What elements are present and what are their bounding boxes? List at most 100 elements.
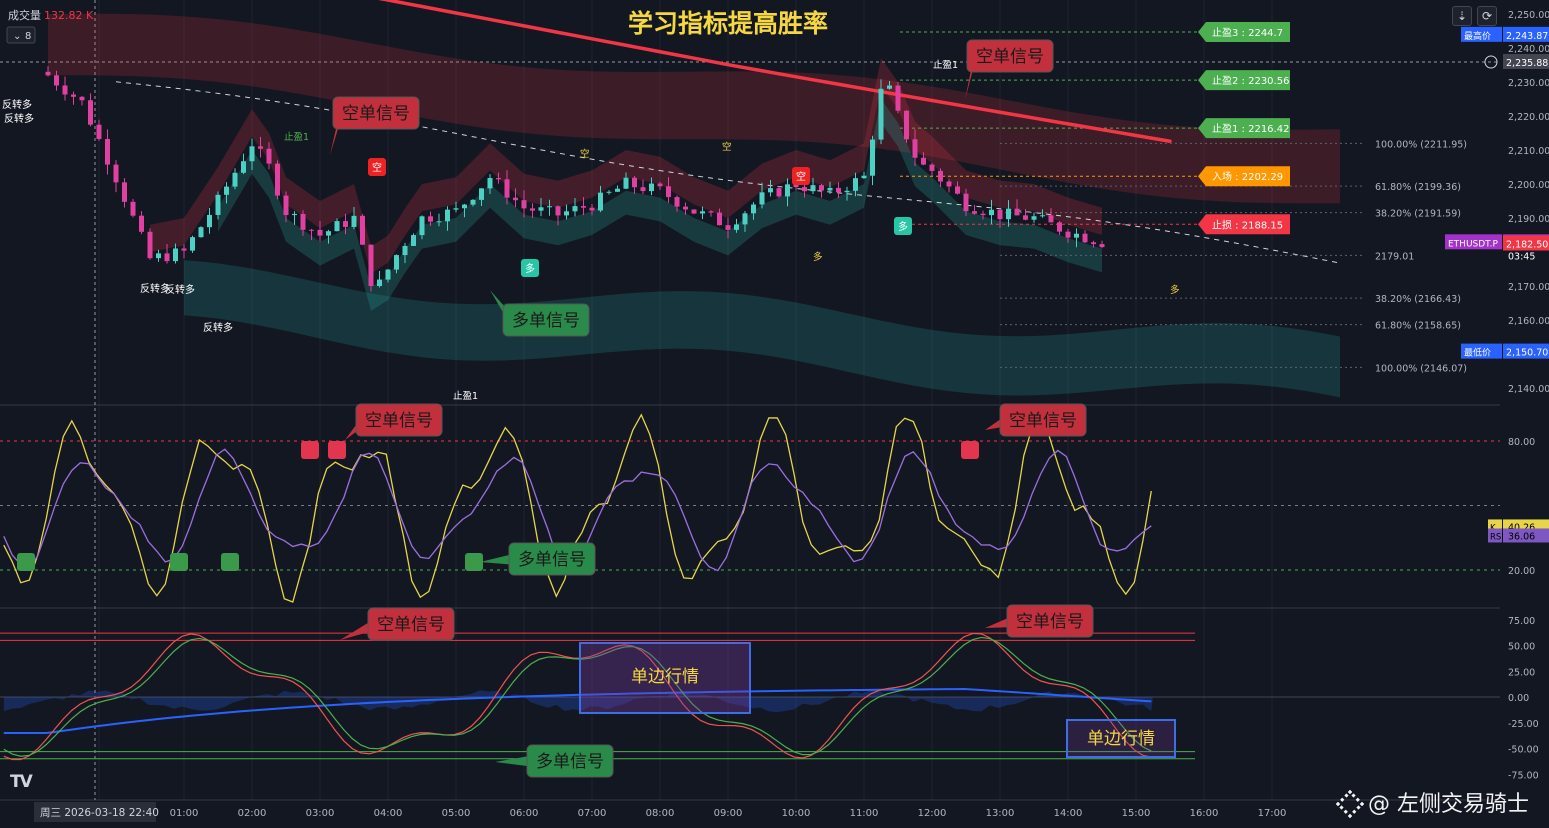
candle-body[interactable] <box>147 231 153 259</box>
candle-body[interactable] <box>912 139 918 158</box>
candle-body[interactable] <box>232 172 238 187</box>
target-badge[interactable]: 止损 : 2188.15 <box>1198 214 1290 235</box>
candle-body[interactable] <box>955 186 960 194</box>
candle-body[interactable] <box>963 193 969 212</box>
candle-body[interactable] <box>1031 216 1037 220</box>
candle-body[interactable] <box>394 255 399 270</box>
candle-body[interactable] <box>802 187 807 192</box>
candle-body[interactable] <box>972 211 977 214</box>
candle-body[interactable] <box>377 279 382 287</box>
candle-body[interactable] <box>751 204 756 214</box>
candle-body[interactable] <box>819 185 824 191</box>
candle-body[interactable] <box>1048 215 1054 223</box>
candle-body[interactable] <box>139 215 144 232</box>
candle-body[interactable] <box>521 200 527 209</box>
candle-body[interactable] <box>419 216 425 236</box>
candle-body[interactable] <box>326 231 331 236</box>
candle-body[interactable] <box>878 88 884 140</box>
candle-body[interactable] <box>207 214 212 228</box>
candle-body[interactable] <box>1091 242 1096 245</box>
candle-body[interactable] <box>266 148 272 164</box>
candle-body[interactable] <box>717 212 722 226</box>
refresh-icon[interactable]: ⟳ <box>1477 6 1497 26</box>
candle-body[interactable] <box>1040 215 1045 217</box>
candle-body[interactable] <box>572 206 578 212</box>
candle-body[interactable] <box>79 96 85 101</box>
target-badge[interactable]: 止盈3 : 2244.7 <box>1198 22 1290 43</box>
candle-body[interactable] <box>810 185 816 192</box>
candle-body[interactable] <box>700 211 705 214</box>
candle-body[interactable] <box>88 100 93 125</box>
candle-body[interactable] <box>436 221 442 223</box>
candle-body[interactable] <box>708 211 714 213</box>
candle-body[interactable] <box>504 179 510 198</box>
candle-body[interactable] <box>649 183 654 192</box>
candle-body[interactable] <box>513 197 518 201</box>
candle-body[interactable] <box>317 229 323 236</box>
chart-stage[interactable]: 100.00% (2211.95) 61.80% (2199.36) 38.20% … <box>0 0 1549 828</box>
candle-body[interactable] <box>827 187 833 191</box>
candle-body[interactable] <box>632 177 637 188</box>
candle-body[interactable] <box>62 85 68 95</box>
candle-body[interactable] <box>657 183 663 187</box>
candle-body[interactable] <box>113 164 119 183</box>
candle-body[interactable] <box>173 248 178 262</box>
candle-body[interactable] <box>292 213 297 216</box>
candle-body[interactable] <box>853 178 858 191</box>
candle-body[interactable] <box>1023 215 1028 220</box>
candle-body[interactable] <box>683 206 688 210</box>
candle-body[interactable] <box>300 213 306 230</box>
candle-body[interactable] <box>1099 244 1105 248</box>
candle-body[interactable] <box>734 224 739 230</box>
candle-body[interactable] <box>309 229 314 231</box>
candle-body[interactable] <box>1082 233 1088 243</box>
candle-body[interactable] <box>1074 233 1079 238</box>
candle-body[interactable] <box>887 85 892 89</box>
candle-body[interactable] <box>164 253 170 262</box>
candle-body[interactable] <box>615 188 620 192</box>
interval-dropdown[interactable]: ⌄ 8 <box>6 26 36 44</box>
candle-body[interactable] <box>929 164 935 171</box>
candle-body[interactable] <box>785 184 790 197</box>
candle-body[interactable] <box>564 211 569 216</box>
target-badge[interactable]: 入场 : 2202.29 <box>1198 166 1290 187</box>
candle-body[interactable] <box>904 110 909 140</box>
candle-body[interactable] <box>640 187 646 192</box>
candle-body[interactable] <box>530 208 535 211</box>
candle-body[interactable] <box>156 253 161 259</box>
candle-body[interactable] <box>487 178 493 189</box>
candle-body[interactable] <box>946 181 952 187</box>
candle-body[interactable] <box>462 204 467 209</box>
candle-body[interactable] <box>666 186 671 198</box>
candle-body[interactable] <box>921 157 926 165</box>
candle-body[interactable] <box>555 206 561 216</box>
candle-body[interactable] <box>589 207 595 211</box>
candle-body[interactable] <box>1057 222 1062 232</box>
candle-body[interactable] <box>258 146 263 149</box>
candle-body[interactable] <box>241 161 246 173</box>
candle-body[interactable] <box>445 209 450 222</box>
candle-body[interactable] <box>198 227 204 238</box>
candle-body[interactable] <box>249 146 255 162</box>
candle-body[interactable] <box>351 215 357 227</box>
candle-body[interactable] <box>96 124 102 139</box>
candle-body[interactable] <box>538 207 544 211</box>
candle-body[interactable] <box>938 170 943 182</box>
candle-body[interactable] <box>997 209 1003 220</box>
candle-body[interactable] <box>1006 208 1011 220</box>
candle-body[interactable] <box>776 188 782 197</box>
candle-body[interactable] <box>836 187 841 193</box>
candle-body[interactable] <box>496 178 501 180</box>
candle-body[interactable] <box>402 245 408 256</box>
candle-body[interactable] <box>54 75 59 86</box>
candle-body[interactable] <box>411 235 416 246</box>
candle-body[interactable] <box>980 213 986 216</box>
candle-body[interactable] <box>105 138 110 165</box>
candle-body[interactable] <box>1014 208 1020 216</box>
candle-body[interactable] <box>215 194 221 215</box>
target-badge[interactable]: 止盈1 : 2216.42 <box>1198 118 1290 139</box>
download-icon[interactable]: ⇣ <box>1452 6 1472 26</box>
candle-body[interactable] <box>870 139 875 176</box>
candle-body[interactable] <box>71 94 76 97</box>
candle-body[interactable] <box>606 191 612 193</box>
